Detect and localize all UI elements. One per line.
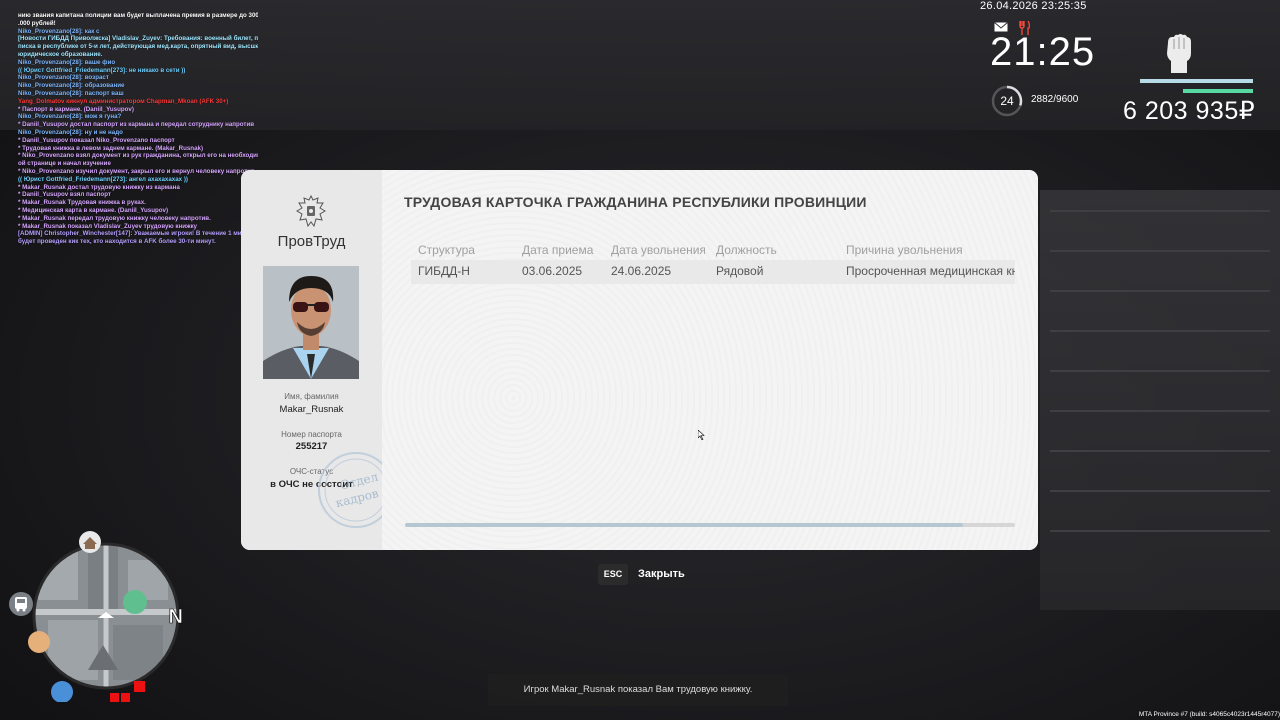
cell-structure: ГИБДД-Н: [418, 264, 470, 278]
passport-label: Номер паспорта: [281, 430, 342, 439]
chat-line: писка в республике от 5-и лет, действующ…: [18, 43, 258, 51]
horizontal-scrollbar[interactable]: [405, 523, 1015, 527]
cell-dismissal-reason: Просроченная медицинская книжка: [846, 264, 1015, 278]
chat-line: (( Юрист Gottfried_Friedemann[273]: не н…: [18, 66, 186, 74]
chat-line: * Niko_Provenzano изучил документ, закры…: [18, 167, 255, 175]
chat-line: * Makar_Rusnak Трудовая книжка в руках.: [18, 199, 146, 207]
scrollbar-thumb[interactable]: [405, 523, 964, 527]
ministry-name: ПровТруд: [277, 233, 346, 250]
mouse-cursor-icon: [698, 430, 705, 440]
cell-hire-date: 03.06.2025: [522, 264, 583, 278]
cell-position: Рядовой: [716, 264, 764, 278]
chat-line: нию звания капитана полиции вам будет вы…: [18, 12, 258, 19]
player-marker: [121, 693, 130, 702]
notification-toast: Игрок Makar_Rusnak показал Вам трудовую …: [488, 674, 788, 706]
clothes-shop-icon: [51, 681, 73, 702]
chat-line: Niko_Provenzano[28]: как с: [18, 27, 100, 35]
column-header-position: Должность: [716, 243, 777, 257]
chat-line: Niko_Provenzano[28]: мож я гуна?: [18, 113, 122, 121]
hunger-bar: [1183, 89, 1253, 93]
chat-line: Niko_Provenzano[28]: возраст: [18, 74, 109, 82]
column-header-dismissal-date: Дата увольнения: [611, 243, 705, 257]
minimap: N: [28, 531, 183, 702]
hud-clock: 21:25: [990, 30, 1096, 74]
eagle-emblem-icon: [296, 194, 326, 228]
name-value: Makar_Rusnak: [279, 404, 344, 415]
column-header-structure: Структура: [418, 243, 475, 257]
chat-line: .000 рублей!: [18, 19, 56, 27]
column-header-hire-date: Дата приема: [522, 243, 594, 257]
health-bar: [1140, 79, 1253, 83]
shop-icon: [28, 631, 50, 653]
chat-line: Niko_Provenzano[28]: паспорт ваш: [18, 89, 124, 97]
chat-line: * Daniil_Yusupov достал паспорт из карма…: [18, 121, 255, 129]
hud-datetime: 26.04.2026 23:25:35: [980, 0, 1087, 12]
level-number: 24: [1000, 94, 1014, 108]
close-button[interactable]: Закрыть: [638, 568, 685, 580]
cell-dismissal-date: 24.06.2025: [611, 264, 672, 278]
chat-line: (( Юрист Gottfried_Friedemann[273]: анге…: [18, 175, 188, 183]
esc-key-button[interactable]: ESC: [598, 564, 628, 585]
chat-line: * Makar_Rusnak передал трудовую книжку ч…: [18, 214, 211, 222]
chat-line: [ADMIN] Christopher_Winchester[147]: Ува…: [18, 230, 258, 238]
chat-line: будет проведен кик тех, кто находится в …: [18, 238, 216, 246]
chat-line: Yang_Dolmatov кикнул администратором Cha…: [18, 97, 229, 105]
chat-line: ой странице и начал изучение: [18, 160, 111, 168]
north-indicator: N: [169, 606, 183, 628]
chat-line: * Паспорт в кармане. (Daniil_Yusupov): [18, 105, 134, 113]
card-content: [382, 170, 1038, 550]
fist-icon: [1167, 34, 1191, 73]
chat-line: Niko_Provenzano[28]: ваше фио: [18, 58, 116, 66]
card-title: ТРУДОВАЯ КАРТОЧКА ГРАЖДАНИНА РЕСПУБЛИКИ …: [404, 194, 867, 210]
chat-line: Niko_Provenzano[28]: ну и не надо: [18, 128, 123, 136]
chat-line: * Daniil_Yusupov взял паспорт: [18, 191, 111, 199]
experience-counter: 2882/9600: [1031, 94, 1079, 105]
chat-line: юридическое образование.: [18, 50, 103, 58]
chat-log: нию звания капитана полиции вам будет вы…: [18, 12, 258, 246]
garage-door: [1040, 190, 1280, 610]
player-marker: [134, 681, 145, 692]
chat-line: * Медицинская карта в кармане. (Daniil_Y…: [18, 206, 169, 214]
citizen-photo: [263, 266, 359, 379]
chat-line: * Makar_Rusnak показал Vladislav_Zuyev т…: [18, 222, 197, 230]
employment-card-modal: ПровТруд Имя, фамилия Makar_Rusnak Номер…: [241, 170, 1038, 550]
chat-line: * Трудовая книжка в левом заднем кармане…: [18, 144, 204, 152]
chat-line: * Makar_Rusnak достал трудовую книжку из…: [18, 183, 180, 191]
chat-line: * Daniil_Yusupov показал Niko_Provenzano…: [18, 136, 175, 144]
name-label: Имя, фамилия: [284, 392, 339, 401]
chat-line: * Niko_Provenzano взял документ из рук г…: [18, 152, 258, 160]
column-header-dismissal-reason: Причина увольнения: [846, 243, 963, 257]
chat-line: [Новости ГИБДД Приволжска] Vladislav_Zuy…: [18, 35, 258, 43]
bus-icon: [9, 592, 33, 616]
build-info: MTA Province #7 (build: s4065c4023r1445r…: [1138, 711, 1280, 718]
money-display: 6 203 935₽: [1123, 97, 1256, 125]
bus-station-icon: [123, 590, 147, 614]
chat-line: Niko_Provenzano[28]: образование: [18, 82, 125, 90]
player-marker: [110, 693, 119, 702]
